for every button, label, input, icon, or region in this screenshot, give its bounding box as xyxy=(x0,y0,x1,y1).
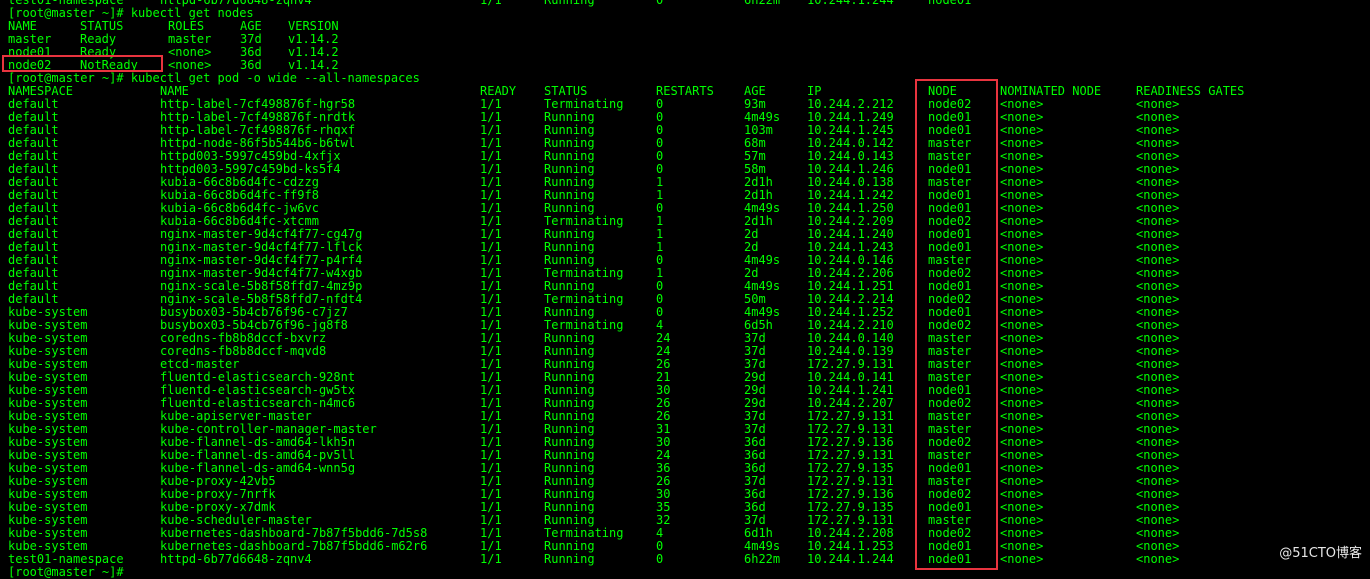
cell: node01 xyxy=(928,0,972,7)
cell: 6h22m xyxy=(744,552,781,566)
prompt-line: [root@master ~]# xyxy=(8,566,131,579)
cell: <none> xyxy=(1136,552,1180,566)
cell: <none> xyxy=(1000,552,1044,566)
cell: 10.244.1.244 xyxy=(807,0,894,7)
cell: 10.244.1.244 xyxy=(807,552,894,566)
cell: 6h22m xyxy=(744,0,781,7)
cell: 1/1 xyxy=(480,552,502,566)
prompt-line: [root@master ~]# kubectl get nodes xyxy=(8,7,254,20)
cell: 1/1 xyxy=(480,0,502,7)
command-prompt: [root@master ~]# xyxy=(8,565,131,579)
cell: Running xyxy=(544,0,595,7)
cell: RESTARTS xyxy=(656,84,714,98)
cell: node01 xyxy=(928,552,972,566)
command-prompt: [root@master ~]# kubectl get pod -o wide… xyxy=(8,71,420,85)
cell: 0 xyxy=(656,0,664,7)
cell: Running xyxy=(544,552,595,566)
command-prompt: [root@master ~]# kubectl get nodes xyxy=(8,6,254,20)
cell: httpd-6b77d6648-zqnv4 xyxy=(160,552,312,566)
cell: 0 xyxy=(656,552,664,566)
watermark: @51CTO博客 xyxy=(1279,546,1362,561)
